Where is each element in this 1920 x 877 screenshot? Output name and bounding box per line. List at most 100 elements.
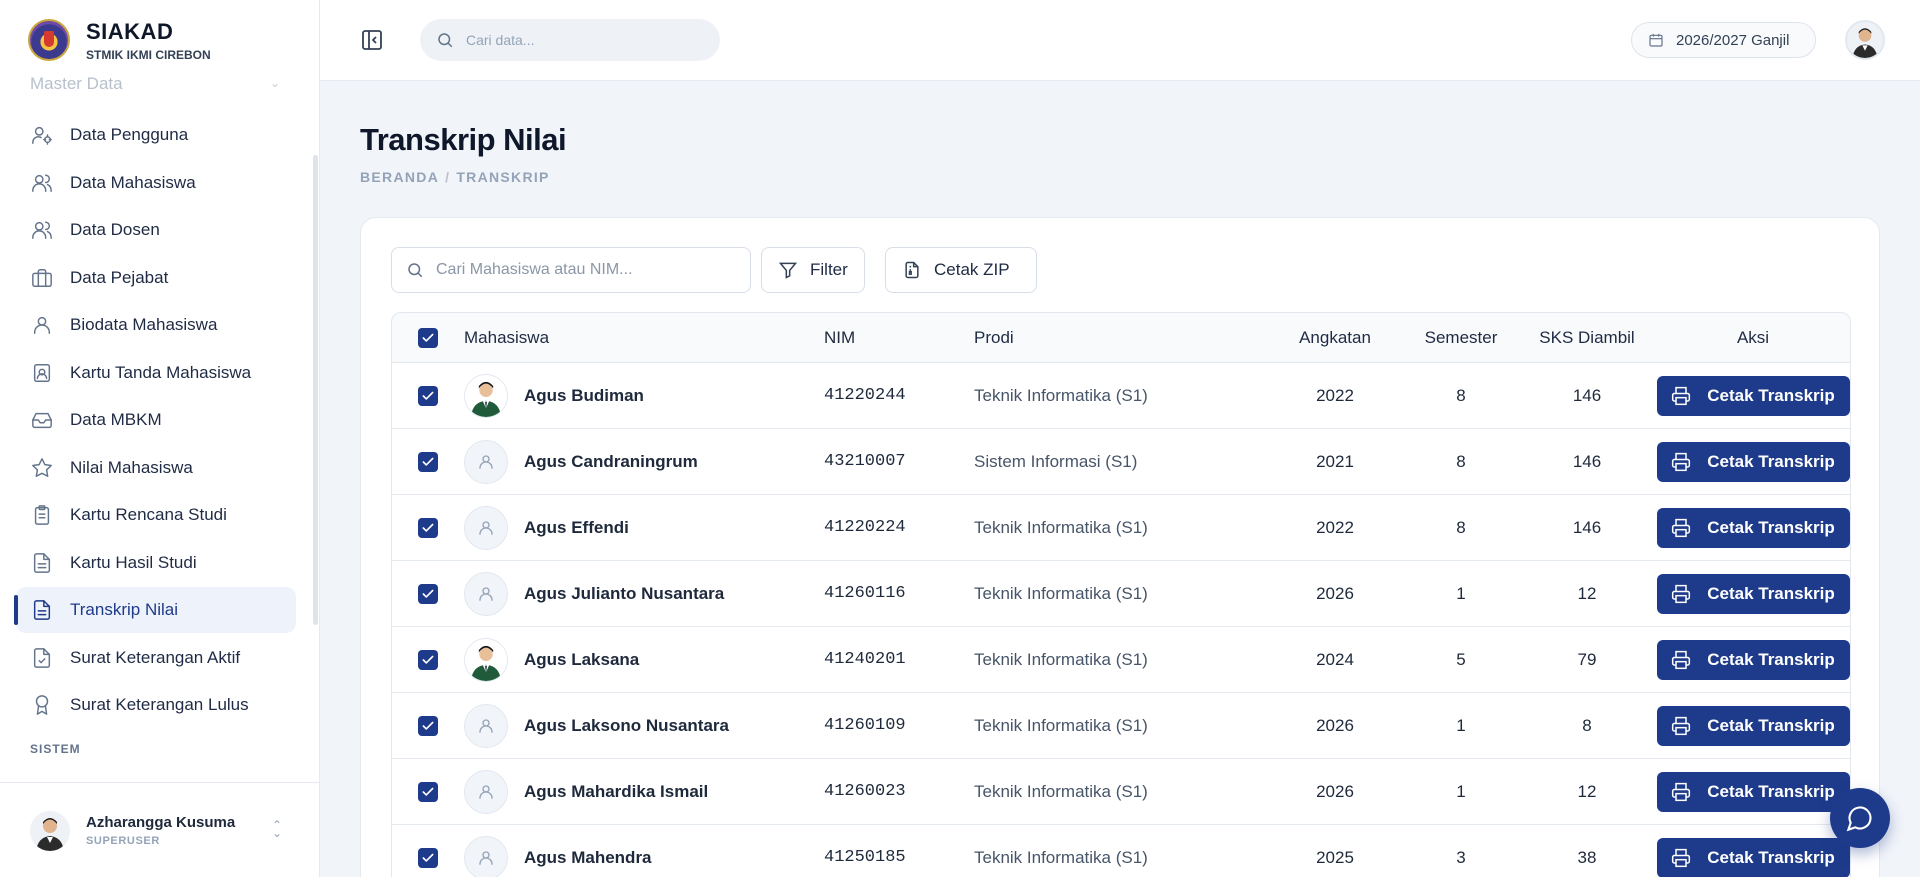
student-search[interactable] [391, 247, 751, 293]
student-prodi: Teknik Informatika (S1) [974, 847, 1148, 867]
sidebar-item-data-mbkm[interactable]: Data MBKM [16, 397, 296, 443]
student-name: Agus Candraningrum [524, 451, 698, 471]
clipboard-icon [30, 503, 54, 527]
user-placeholder-icon [464, 571, 508, 616]
sidebar-collapse-button[interactable] [360, 28, 384, 52]
row-checkbox[interactable] [418, 517, 438, 538]
chat-bubble-icon [1846, 806, 1872, 832]
sidebar-item-label: Data MBKM [70, 410, 162, 429]
student-prodi: Teknik Informatika (S1) [974, 583, 1148, 603]
table-row[interactable]: Agus Laksono Nusantara 41260109 Teknik Inf… [392, 693, 1850, 759]
table-row[interactable]: Agus Mahendra 41250185 Teknik Informatika … [392, 825, 1850, 877]
table-row[interactable]: Agus Mahardika Ismail 41260023 Teknik Info… [392, 759, 1850, 825]
table-row[interactable]: Agus Effendi 41220224 Teknik Informatika (… [392, 495, 1850, 561]
header-prodi: Prodi [974, 327, 1014, 347]
user-role: SUPERUSER [86, 835, 160, 847]
header-nim: NIM [824, 327, 856, 347]
global-search[interactable] [420, 19, 720, 61]
print-transcript-button[interactable]: Cetak Transkrip [1656, 441, 1850, 482]
table-row[interactable]: Agus Julianto Nusantara 41260116 Teknik In… [392, 561, 1850, 627]
row-checkbox[interactable] [418, 451, 438, 472]
select-all-checkbox[interactable] [418, 327, 438, 348]
header-semester: Semester [1424, 327, 1498, 347]
printer-icon [1672, 848, 1691, 867]
profile-avatar[interactable] [1845, 20, 1885, 60]
print-zip-button[interactable]: Cetak ZIP [885, 247, 1037, 293]
chevron-down-icon: ⌄ [269, 76, 280, 90]
sidebar-item-surat-keterangan-lulus[interactable]: Surat Keterangan Lulus [16, 682, 296, 728]
sidebar-item-label: Data Mahasiswa [70, 172, 196, 192]
student-semester: 8 [1456, 517, 1466, 537]
check-icon [422, 523, 434, 532]
print-transcript-button[interactable]: Cetak Transkrip [1656, 837, 1850, 877]
row-checkbox[interactable] [418, 649, 438, 670]
sidebar-item-nilai-mahasiswa[interactable]: Nilai Mahasiswa [16, 445, 296, 491]
student-sks: 38 [1577, 847, 1597, 867]
table-row[interactable]: Agus Candraningrum 43210007 Sistem Informa… [392, 429, 1850, 495]
sidebar-item-master-data[interactable]: Master Data ⌄ [30, 72, 280, 96]
student-semester: 5 [1456, 649, 1466, 669]
student-name: Agus Laksono Nusantara [524, 715, 729, 735]
student-nim: 41220224 [824, 518, 906, 537]
row-checkbox[interactable] [418, 847, 438, 868]
student-name: Agus Effendi [524, 517, 629, 537]
student-prodi: Teknik Informatika (S1) [974, 385, 1148, 405]
section-label-sistem: SISTEM [30, 742, 81, 756]
student-angkatan: 2022 [1316, 517, 1354, 537]
expand-toggle-icon[interactable]: ⌃ ⌄ [272, 819, 282, 839]
sidebar-item-data-dosen[interactable]: Data Dosen [16, 207, 296, 253]
print-transcript-button[interactable]: Cetak Transkrip [1656, 507, 1850, 548]
student-angkatan: 2026 [1316, 781, 1354, 801]
table-row[interactable]: Agus Laksana 41240201 Teknik Informatika (… [392, 627, 1850, 693]
student-nim: 41240201 [824, 650, 906, 669]
print-transcript-button[interactable]: Cetak Transkrip [1656, 771, 1850, 812]
row-checkbox[interactable] [418, 385, 438, 406]
sidebar-item-data-pengguna[interactable]: Data Pengguna [16, 112, 296, 158]
student-angkatan: 2026 [1316, 715, 1354, 735]
check-icon [422, 333, 434, 342]
brand[interactable]: SIAKAD STMIK IKMI CIREBON [28, 17, 211, 63]
student-semester: 1 [1456, 583, 1466, 603]
user-icon [30, 313, 54, 337]
print-transcript-button[interactable]: Cetak Transkrip [1656, 375, 1850, 416]
filter-button[interactable]: Filter [761, 247, 865, 293]
student-prodi: Sistem Informasi (S1) [974, 451, 1138, 471]
chat-button[interactable] [1830, 788, 1890, 848]
sidebar-item-transkrip-nilai[interactable]: Transkrip Nilai [16, 587, 296, 633]
printer-icon [1672, 386, 1691, 405]
student-name: Agus Budiman [524, 385, 644, 405]
table-row[interactable]: Agus Budiman 41220244 Teknik Informatika (… [392, 363, 1850, 429]
file-text-icon [30, 551, 54, 575]
file-zip-icon [905, 261, 919, 279]
breadcrumb-current: TRANSKRIP [456, 169, 550, 185]
sidebar-scrollbar[interactable] [313, 155, 318, 625]
row-checkbox[interactable] [418, 583, 438, 604]
user-profile[interactable]: Azharangga Kusuma SUPERUSER ⌃ ⌄ [0, 782, 320, 877]
global-search-input[interactable] [466, 32, 696, 48]
check-icon [422, 721, 434, 730]
printer-icon [1672, 518, 1691, 537]
table-header: Mahasiswa NIM Prodi Angkatan Semester SK… [392, 313, 1850, 363]
print-transcript-button[interactable]: Cetak Transkrip [1656, 639, 1850, 680]
student-search-input[interactable] [436, 261, 736, 279]
user-placeholder-icon [464, 703, 508, 748]
file-text-icon [30, 598, 54, 622]
sidebar-item-data-mahasiswa[interactable]: Data Mahasiswa [16, 160, 296, 206]
row-checkbox[interactable] [418, 715, 438, 736]
print-transcript-button[interactable]: Cetak Transkrip [1656, 573, 1850, 614]
sidebar-item-kartu-rencana-studi[interactable]: Kartu Rencana Studi [16, 492, 296, 538]
sidebar-item-biodata-mahasiswa[interactable]: Biodata Mahasiswa [16, 302, 296, 348]
row-checkbox[interactable] [418, 781, 438, 802]
sidebar-item-kartu-tanda-mahasiswa[interactable]: Kartu Tanda Mahasiswa [16, 350, 296, 396]
print-transcript-button[interactable]: Cetak Transkrip [1656, 705, 1850, 746]
sidebar-item-surat-keterangan-aktif[interactable]: Surat Keterangan Aktif [16, 635, 296, 681]
campus-logo-icon [28, 19, 70, 61]
users-icon [30, 171, 54, 195]
breadcrumb-home[interactable]: BERANDA [360, 169, 439, 185]
user-placeholder-icon [464, 439, 508, 484]
printer-icon [1672, 716, 1691, 735]
academic-period-chip[interactable]: 2026/2027 Ganjil [1631, 22, 1816, 58]
sidebar-item-kartu-hasil-studi[interactable]: Kartu Hasil Studi [16, 540, 296, 586]
sidebar-item-data-pejabat[interactable]: Data Pejabat [16, 255, 296, 301]
student-nim: 41250185 [824, 848, 906, 867]
